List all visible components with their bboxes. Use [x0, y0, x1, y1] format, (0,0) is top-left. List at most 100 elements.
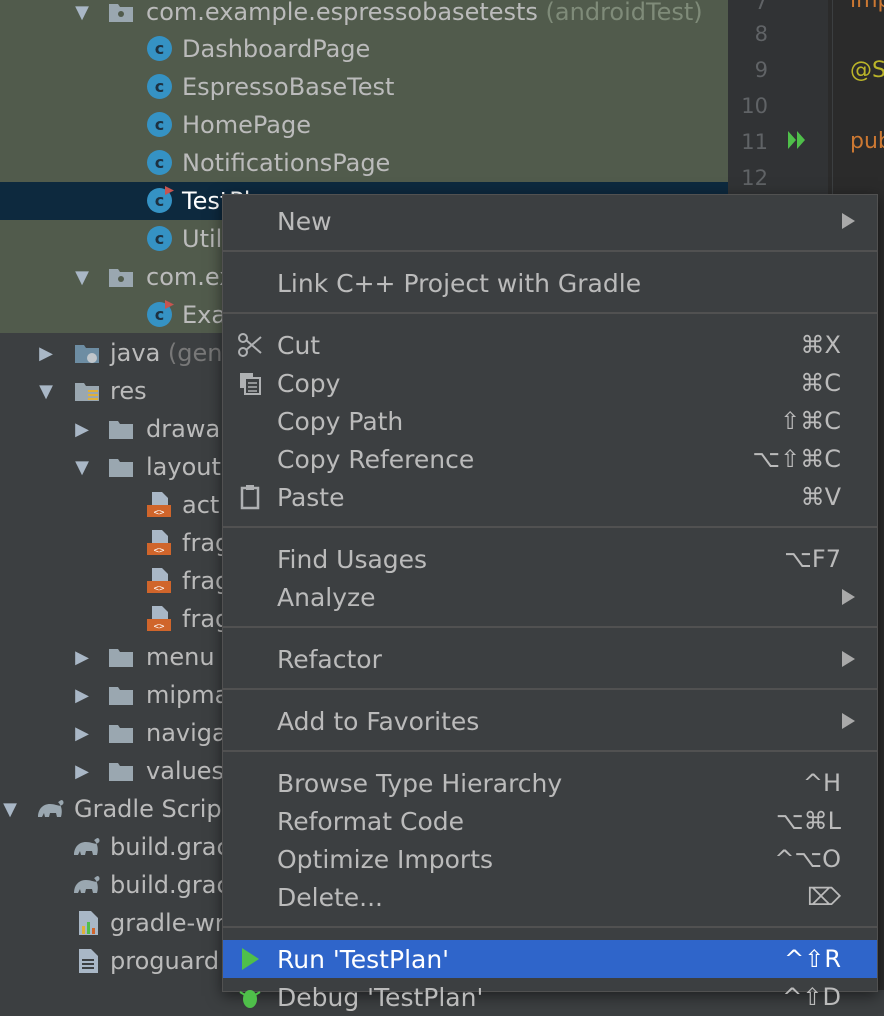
- copy-icon: [240, 373, 261, 395]
- menu-item-shortcut: ⌥F7: [784, 545, 841, 573]
- run-test-gutter-icon[interactable]: [786, 128, 808, 152]
- line-number: 7: [754, 0, 768, 14]
- package-folder-icon: [109, 269, 133, 287]
- menu-separator: [223, 750, 877, 752]
- menu-item-shortcut: ^H: [802, 769, 841, 797]
- tree-row-label: gradle-wr: [110, 909, 225, 937]
- menu-item-delete[interactable]: Delete... ⌦: [223, 878, 877, 916]
- chevron-down-icon[interactable]: ▼: [72, 457, 92, 478]
- tree-row-label: act: [182, 491, 220, 519]
- menu-separator: [223, 626, 877, 628]
- code-annotation: @Sm: [850, 58, 884, 83]
- menu-item-label: Analyze: [277, 582, 376, 612]
- context-menu: New Link C++ Project with Gradle Cut ⌘X …: [222, 194, 878, 1012]
- tree-row-dashboardpage[interactable]: c DashboardPage: [0, 30, 728, 68]
- menu-separator: [223, 688, 877, 690]
- menu-item-label: Paste: [277, 482, 345, 512]
- tree-row-label: NotificationsPage: [182, 149, 391, 177]
- menu-separator: [223, 926, 877, 928]
- chevron-right-icon[interactable]: ▶: [72, 723, 92, 744]
- tree-row-notificationspage[interactable]: c NotificationsPage: [0, 144, 728, 182]
- tree-row-espressobasetest[interactable]: c EspressoBaseTest: [0, 68, 728, 106]
- gradle-elephant-icon: [74, 876, 100, 893]
- menu-item-refactor[interactable]: Refactor: [223, 640, 877, 678]
- menu-item-copy-path[interactable]: Copy Path ⇧⌘C: [223, 402, 877, 440]
- menu-item-cut[interactable]: Cut ⌘X: [223, 326, 877, 364]
- menu-item-browse-type-hierarchy[interactable]: Browse Type Hierarchy ^H: [223, 764, 877, 802]
- menu-item-label: Reformat Code: [277, 806, 464, 836]
- svg-text:<>: <>: [154, 508, 165, 518]
- chevron-right-icon[interactable]: ▶: [72, 419, 92, 440]
- chevron-right-icon[interactable]: ▶: [72, 761, 92, 782]
- chevron-down-icon[interactable]: ▼: [0, 799, 20, 820]
- tree-row-label: EspressoBaseTest: [182, 73, 395, 101]
- menu-item-add-to-favorites[interactable]: Add to Favorites: [223, 702, 877, 740]
- line-number: 12: [741, 166, 768, 190]
- chevron-down-icon[interactable]: ▼: [72, 2, 92, 23]
- class-icon: c: [147, 150, 172, 175]
- gradle-elephant-icon: [74, 838, 100, 855]
- layout-xml-icon: <>: [147, 606, 171, 632]
- line-number: 8: [754, 22, 768, 46]
- gradle-icon: [38, 800, 64, 817]
- menu-item-shortcut: ⌦: [807, 883, 841, 911]
- menu-item-label: Optimize Imports: [277, 844, 494, 874]
- class-icon: c: [147, 226, 172, 251]
- folder-icon: [109, 649, 133, 667]
- menu-item-label: Browse Type Hierarchy: [277, 768, 563, 798]
- menu-item-reformat-code[interactable]: Reformat Code ⌥⌘L: [223, 802, 877, 840]
- tree-row-label: build.grac: [110, 871, 230, 899]
- layout-xml-icon: <>: [147, 568, 171, 594]
- text-file-icon: [79, 949, 98, 973]
- menu-item-label: New: [277, 206, 332, 236]
- test-class-icon: c: [147, 302, 172, 327]
- svg-text:<>: <>: [154, 622, 165, 632]
- menu-item-debug-testplan[interactable]: Debug 'TestPlan' ^⇧D: [223, 978, 877, 1016]
- menu-item-find-usages[interactable]: Find Usages ⌥F7: [223, 540, 877, 578]
- tree-row-label: Exa: [182, 301, 227, 329]
- tree-row-label: com.example.espressobasetests (androidTe…: [146, 0, 703, 26]
- tree-row-homepage[interactable]: c HomePage: [0, 106, 728, 144]
- menu-item-copy-reference[interactable]: Copy Reference ⌥⇧⌘C: [223, 440, 877, 478]
- menu-item-optimize-imports[interactable]: Optimize Imports ^⌥O: [223, 840, 877, 878]
- svg-text:<>: <>: [154, 584, 165, 594]
- submenu-arrow-icon: [842, 713, 855, 729]
- class-icon: c: [147, 74, 172, 99]
- submenu-arrow-icon: [842, 589, 855, 605]
- folder-icon: [109, 459, 133, 477]
- generated-java-folder-icon: [75, 345, 99, 363]
- menu-item-copy[interactable]: Copy ⌘C: [223, 364, 877, 402]
- menu-item-label: Cut: [277, 330, 321, 360]
- debug-icon: [239, 990, 261, 1008]
- chevron-right-icon[interactable]: ▶: [72, 647, 92, 668]
- menu-item-new[interactable]: New: [223, 202, 877, 240]
- menu-item-analyze[interactable]: Analyze: [223, 578, 877, 616]
- menu-item-run-testplan[interactable]: Run 'TestPlan' ^⇧R: [223, 940, 877, 978]
- folder-icon: [109, 725, 133, 743]
- layout-xml-icon: <>: [147, 492, 171, 518]
- menu-item-link-cpp-project[interactable]: Link C++ Project with Gradle: [223, 264, 877, 302]
- tree-row-package-androidtest[interactable]: ▼ com.example.espressobasetests (android…: [0, 0, 728, 31]
- tree-row-label: layout: [146, 453, 221, 481]
- tree-row-label: com.ex: [146, 263, 234, 291]
- menu-item-shortcut: ^⌥O: [774, 845, 841, 873]
- tree-row-label: values: [146, 757, 225, 785]
- tree-row-label: menu: [146, 643, 215, 671]
- run-icon: [242, 948, 259, 970]
- menu-item-label: Add to Favorites: [277, 706, 480, 736]
- chevron-down-icon[interactable]: ▼: [72, 267, 92, 288]
- submenu-arrow-icon: [842, 651, 855, 667]
- chevron-right-icon[interactable]: ▶: [36, 343, 56, 364]
- chevron-down-icon[interactable]: ▼: [36, 381, 56, 402]
- chevron-right-icon[interactable]: ▶: [72, 685, 92, 706]
- menu-item-label: Refactor: [277, 644, 382, 674]
- menu-item-shortcut: ⌘C: [800, 369, 841, 397]
- tree-row-label: build.grac: [110, 833, 230, 861]
- menu-separator: [223, 312, 877, 314]
- folder-icon: [109, 421, 133, 439]
- menu-item-label: Debug 'TestPlan': [277, 982, 484, 1012]
- menu-item-shortcut: ⌘V: [800, 483, 841, 511]
- menu-item-paste[interactable]: Paste ⌘V: [223, 478, 877, 516]
- menu-item-label: Delete...: [277, 882, 383, 912]
- menu-item-shortcut: ⌘X: [800, 331, 841, 359]
